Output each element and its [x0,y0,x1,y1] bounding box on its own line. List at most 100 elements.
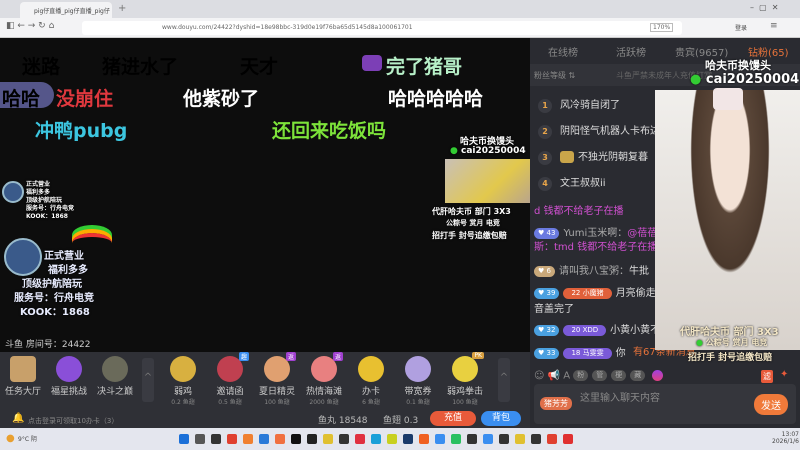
taskbar-app-icon[interactable] [307,434,317,444]
gift-item[interactable]: 带宽券 0.1 鱼翅 [395,356,441,406]
gift-item[interactable]: 返夏日精灵 100 鱼翅 [254,352,300,406]
send-button[interactable]: 发送 [754,394,788,415]
gift-name: 弱鸡 [173,387,192,397]
gift-scroll-button[interactable]: ^ [498,358,510,402]
taskbar-app-icon[interactable] [179,434,189,444]
cam-overlay-line: 招打手 封号追缴包赔 [432,231,507,240]
taskbar-app-icon[interactable] [403,434,413,444]
fan-badge: 18 马雯雯 [563,347,612,359]
tab-active-rank[interactable]: 活跃榜 [616,44,646,59]
bell-icon: 🔔 [12,413,25,424]
level-badge: ♥ 43 [534,227,560,239]
nav-icons[interactable]: ◧ ← → ↻ ⌂ [6,21,54,31]
chat-input[interactable]: 猪芳芳 这里输入聊天内容 发送 [534,384,796,424]
taskbar-app-icon[interactable] [563,434,573,444]
chat-message: ♥ 6 请叫我八宝粥：牛批 [534,262,649,277]
gift-price: 0.1 鱼翅 [406,399,430,406]
collect-button[interactable]: 藏 [630,370,646,381]
clock: 13:07 2026/1/6 [772,431,799,445]
danmaku: 天才 [240,56,279,78]
taskbar-app-icon[interactable] [323,434,333,444]
overlay-big-text: 正式营业 福利多多 顶级护航陪玩 服务号：行舟电竞 KOOK：1868 [14,251,94,318]
font-icon[interactable]: A [563,371,570,382]
chat-username[interactable]: 请叫我八宝粥： [559,266,629,277]
fans-button[interactable]: 粉 [573,370,589,381]
theme-icon[interactable] [652,370,664,381]
video-player[interactable]: 迷路 猪进水了 天才 完了猪哥 哈哈 没崩住 他紫砂了 哈哈哈哈哈 冲鸭pubg… [0,38,530,352]
chat-text: 你 [615,348,626,359]
taskbar-app-icon[interactable] [451,434,461,444]
login-notice[interactable]: 点击登录可领取10办卡（3） [28,416,118,426]
overlay-small-text: 正式营业 福利多多 顶级护航陪玩 服务号：行舟电竞 KOOK：1868 [26,181,75,220]
taskbar-apps [176,434,576,447]
gift-item[interactable]: 返热情海滩 2000 鱼翅 [301,352,347,406]
gift-item[interactable]: PK 弱鸡拳击 100 鱼翅 [442,352,488,406]
danmaku: 猪进水了 [102,56,179,78]
chat-input-placeholder: 这里输入聊天内容 [580,393,660,404]
zoom-level[interactable]: 170% [650,23,674,32]
chat-text: 斯：tmd 钱都不给老子在播 [534,242,658,253]
recharge-button[interactable]: 充值 [430,411,476,426]
taskbar-app-icon[interactable] [419,434,429,444]
emoji-icon[interactable]: ☺ [534,371,544,382]
taskbar-app-icon[interactable] [355,434,365,444]
webcam-overlay-wechat: ● cai20250004 [690,72,800,87]
taskbar-app-icon[interactable] [211,434,221,444]
taskbar-app-icon[interactable] [483,434,493,444]
admin-button[interactable]: 管 [592,370,608,381]
yuwan-balance: 鱼丸 18548 [318,416,368,426]
taskbar-app-icon[interactable] [515,434,525,444]
backpack-button[interactable]: 背包 [481,411,521,426]
rank-item[interactable]: 3 不独光阴朝复暮 [538,148,648,165]
task-hall-button[interactable]: 任务大厅 [0,356,46,397]
taskbar-app-icon[interactable] [499,434,509,444]
gift-effect-icon[interactable]: ✦ [780,369,788,380]
megaphone-icon[interactable]: 📢 [548,371,560,382]
cam-overlay-wechat: ● cai20250004 [450,146,526,156]
taskbar-app-icon[interactable] [531,434,541,444]
meme-button[interactable]: 梗 [611,370,627,381]
gift-icon: 趣 [217,352,249,382]
rank-item[interactable]: 4 文王叔叔ii [538,174,606,191]
taskbar-app-icon[interactable] [467,434,477,444]
gift-item[interactable]: 办卡 6 鱼翅 [348,356,394,406]
taskbar-app-icon[interactable] [387,434,397,444]
taskbar-app-icon[interactable] [259,434,269,444]
chat-message: ♥ 39 22 小魔猪 月亮偷走 [534,284,656,299]
login-button[interactable]: 登录 [735,23,747,32]
url-input[interactable]: www.douyu.com/24422?dyshid=18e98bbc-319d… [82,21,682,35]
gift-item[interactable]: 弱鸡 0.2 鱼翅 [160,356,206,406]
taskbar-app-icon[interactable] [227,434,237,444]
filter-button[interactable]: 滤 [761,370,773,383]
window-controls[interactable]: – ▢ ✕ [750,3,778,12]
taskbar-app-icon[interactable] [371,434,381,444]
gift-bar: 任务大厅 福星挑战 决斗之巅 ^ 弱鸡 0.2 鱼翅 趣邀请函 0.5 鱼翅 返夏日精灵… [0,352,530,428]
gift-price: 100 鱼翅 [452,399,478,406]
level-badge: ♥ 32 [534,324,560,336]
gift-item[interactable]: 趣邀请函 0.5 鱼翅 [207,352,253,406]
taskbar-app-icon[interactable] [275,434,285,444]
danmaku: 完了猪哥 [386,56,463,78]
taskbar-app-icon[interactable] [339,434,349,444]
new-tab-button[interactable]: + [118,3,126,14]
rank-item[interactable]: 1 风冷骑自闭了 [538,96,620,113]
lucky-star-button[interactable]: 福星挑战 [46,356,92,397]
taskbar-app-icon[interactable] [291,434,301,444]
taskbar-app-icon[interactable] [435,434,445,444]
scroll-up-button[interactable]: ^ [142,358,154,402]
duel-button[interactable]: 决斗之巅 [92,356,138,397]
gift-price: 0.2 鱼翅 [171,399,195,406]
yuchi-balance: 鱼翅 0.3 [383,416,419,426]
webcam-overlay-line: 招打手 封号追缴包赔 [688,353,773,363]
browser-tab[interactable]: pig仔直播_pig仔直播_pig仔 × [20,2,112,18]
gift-name: 热情海滩 [305,387,342,397]
rank-item[interactable]: 2 阴阳怪气机器人卡布达 [538,122,660,139]
tab-online-rank[interactable]: 在线榜 [548,44,578,59]
taskbar-app-icon[interactable] [195,434,205,444]
fan-badge: 20 XDD [563,324,607,336]
taskbar-app-icon[interactable] [547,434,557,444]
streamer-cam [445,159,530,203]
taskbar-app-icon[interactable] [243,434,253,444]
menu-icon[interactable]: ≡ [770,21,778,31]
fans-level-sort[interactable]: 粉丝等级 ⇅ [534,70,575,81]
